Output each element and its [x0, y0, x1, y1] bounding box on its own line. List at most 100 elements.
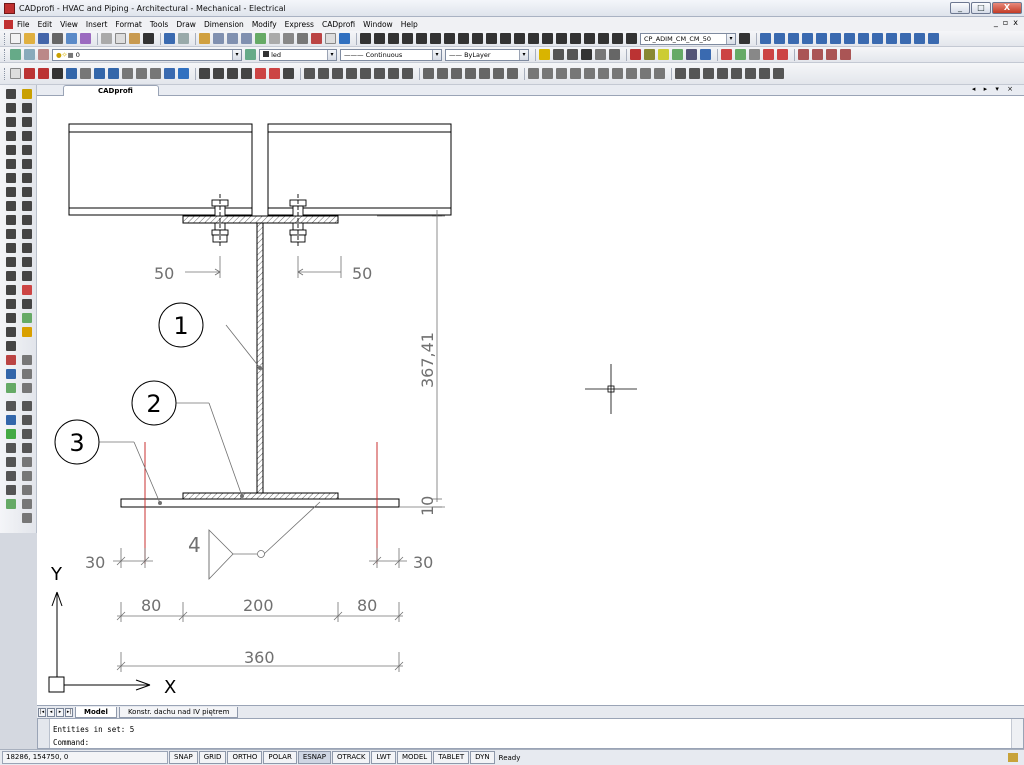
cut-icon[interactable]	[101, 33, 112, 44]
solid-4-icon[interactable]	[22, 415, 32, 425]
bottom-flange[interactable]	[182, 492, 339, 500]
dim-update-icon[interactable]	[626, 33, 637, 44]
offset-icon[interactable]	[22, 131, 32, 141]
solid-12-icon[interactable]	[22, 471, 32, 481]
cp-calc-icon[interactable]	[164, 68, 175, 79]
cp-dim-12-icon[interactable]	[914, 33, 925, 44]
jogged-linear-icon[interactable]	[584, 33, 595, 44]
extend-icon[interactable]	[22, 229, 32, 239]
menu-dimension[interactable]: Dimension	[204, 20, 244, 29]
bolt-6-icon[interactable]	[493, 68, 504, 79]
inspection-icon[interactable]	[570, 33, 581, 44]
element-9-icon[interactable]	[640, 68, 651, 79]
close-button[interactable]: X	[992, 2, 1022, 14]
model-toggle[interactable]: MODEL	[396, 751, 433, 764]
dim-style-select[interactable]: CP_ADIM_CM_CM_50 ▾	[640, 32, 736, 45]
lineweight-select[interactable]: —— ByLayer ▾	[445, 48, 529, 61]
cp-dim-2-icon[interactable]	[774, 33, 785, 44]
circle-icon[interactable]	[6, 173, 16, 183]
solid-6-icon[interactable]	[22, 429, 32, 439]
publish-icon[interactable]	[80, 33, 91, 44]
dim-bolt-right[interactable]: 50	[297, 256, 372, 283]
zoom-window-icon[interactable]	[227, 33, 238, 44]
steel-profile-7-icon[interactable]	[283, 68, 294, 79]
cp-schemes-icon[interactable]	[38, 68, 49, 79]
zoom-realtime-icon[interactable]	[213, 33, 224, 44]
ordinate-dim-icon[interactable]	[402, 33, 413, 44]
menu-modify[interactable]: Modify	[252, 20, 277, 29]
cp-cross-icon[interactable]	[136, 68, 147, 79]
layer-manager-icon[interactable]	[10, 49, 21, 60]
weld-symbol[interactable]: 4	[188, 501, 321, 580]
weld-3-icon[interactable]	[703, 68, 714, 79]
top-plate[interactable]	[182, 215, 339, 224]
cp-stairs-icon[interactable]	[686, 49, 697, 60]
dim-style-icon[interactable]	[739, 33, 750, 44]
solid-5-icon[interactable]	[6, 429, 16, 439]
cp-pipe-4-icon[interactable]	[840, 49, 851, 60]
print-icon[interactable]	[52, 33, 63, 44]
callout-1[interactable]: 1	[158, 302, 262, 370]
trim-icon[interactable]	[22, 215, 32, 225]
bolt-1-icon[interactable]	[423, 68, 434, 79]
fillet-icon[interactable]	[22, 299, 32, 309]
chamfer-icon[interactable]	[22, 285, 32, 295]
callout-2[interactable]: 2	[131, 380, 244, 498]
ortho-toggle[interactable]: ORTHO	[227, 751, 263, 764]
dim-segments[interactable]: 80 200 80	[116, 596, 404, 622]
polygon-icon[interactable]	[6, 131, 16, 141]
cp-new-icon[interactable]	[10, 68, 21, 79]
cp-dim-8-icon[interactable]	[858, 33, 869, 44]
connector-4-icon[interactable]	[346, 68, 357, 79]
tool-5-icon[interactable]	[6, 383, 16, 393]
move-icon[interactable]	[22, 159, 32, 169]
polar-toggle[interactable]: POLAR	[263, 751, 297, 764]
cp-dim-6-icon[interactable]	[830, 33, 841, 44]
tab-layout-roof[interactable]: Konstr. dachu nad IV piętrem	[118, 706, 239, 718]
solid-9-icon[interactable]	[6, 457, 16, 467]
aligned-dim-icon[interactable]	[374, 33, 385, 44]
connector-7-icon[interactable]	[388, 68, 399, 79]
element-8-icon[interactable]	[626, 68, 637, 79]
solid-1-icon[interactable]	[6, 401, 16, 411]
menu-help[interactable]: Help	[401, 20, 418, 29]
cp-dim-3-icon[interactable]	[788, 33, 799, 44]
copy-object-icon[interactable]	[22, 103, 32, 113]
menu-insert[interactable]: Insert	[86, 20, 108, 29]
tab-model[interactable]: Model	[75, 706, 117, 718]
redo-icon[interactable]	[178, 33, 189, 44]
tool-6-icon[interactable]	[22, 383, 32, 393]
steel-profile-6-icon[interactable]	[269, 68, 280, 79]
cp-grid-icon[interactable]	[749, 49, 760, 60]
tab-navigation[interactable]: ◂ ▸ ▾ ×	[972, 85, 1016, 93]
command-scrollbar[interactable]	[1011, 719, 1023, 748]
color-select[interactable]: led ▾	[259, 48, 337, 61]
weld-2-icon[interactable]	[689, 68, 700, 79]
connector-2-icon[interactable]	[318, 68, 329, 79]
dim-edge-left[interactable]: 30	[85, 548, 153, 572]
element-7-icon[interactable]	[612, 68, 623, 79]
toolbar-grip[interactable]	[4, 67, 7, 80]
tool-4-icon[interactable]	[22, 369, 32, 379]
help-icon[interactable]	[339, 33, 350, 44]
cp-dim-13-icon[interactable]	[928, 33, 939, 44]
revision-cloud-icon[interactable]	[6, 187, 16, 197]
cp-dim-5-icon[interactable]	[816, 33, 827, 44]
arc-length-icon[interactable]	[388, 33, 399, 44]
solid-14-icon[interactable]	[22, 485, 32, 495]
table-icon[interactable]	[609, 49, 620, 60]
cp-dim-1-icon[interactable]	[760, 33, 771, 44]
solid-13-icon[interactable]	[6, 485, 16, 495]
open-icon[interactable]	[24, 33, 35, 44]
properties-icon[interactable]	[255, 33, 266, 44]
first-tab-button[interactable]: |◂	[38, 707, 46, 717]
toolbar-grip[interactable]	[4, 48, 7, 61]
cp-pipe-3-icon[interactable]	[826, 49, 837, 60]
solid-16-icon[interactable]	[22, 499, 32, 509]
weld-5-icon[interactable]	[731, 68, 742, 79]
tolerance-icon[interactable]	[542, 33, 553, 44]
cp-dim-7-icon[interactable]	[844, 33, 855, 44]
cp-align-icon[interactable]	[777, 49, 788, 60]
cp-room-icon[interactable]	[672, 49, 683, 60]
cp-print-icon[interactable]	[150, 68, 161, 79]
